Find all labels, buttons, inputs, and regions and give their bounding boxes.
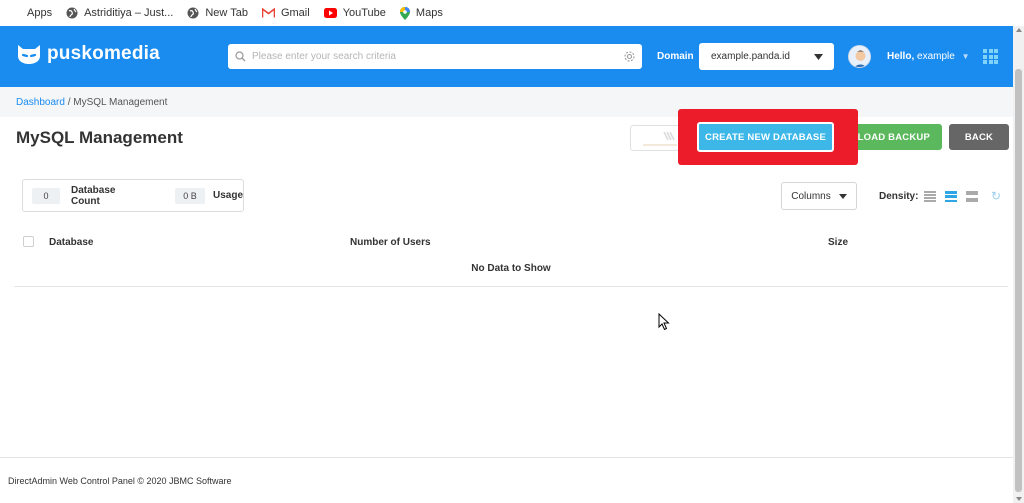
- density-standard-icon[interactable]: [945, 191, 957, 202]
- database-count-label: Database Count: [70, 184, 116, 207]
- column-header-database[interactable]: Database: [49, 237, 93, 248]
- bookmark-label: Astriditiya – Just...: [84, 7, 174, 19]
- breadcrumb-bar: Dashboard / MySQL Management: [0, 87, 1013, 117]
- bookmark-label: Gmail: [280, 7, 310, 19]
- bookmark-label: YouTube: [342, 7, 386, 19]
- create-new-database-button[interactable]: CREATE NEW DATABASE: [697, 122, 834, 152]
- page-title: MySQL Management: [16, 128, 183, 147]
- gmail-icon: [261, 8, 275, 18]
- database-stats: 0 Database Count 0 B Usage: [22, 179, 244, 212]
- bookmark-new-tab[interactable]: New Tab: [187, 7, 248, 19]
- mouse-cursor-icon: [658, 313, 670, 331]
- username: example: [917, 51, 955, 62]
- breadcrumb: Dashboard / MySQL Management: [16, 97, 167, 108]
- page-scrollbar[interactable]: [1013, 26, 1024, 503]
- greeting-text: Hello,: [887, 51, 915, 62]
- caret-down-icon: [838, 193, 847, 199]
- usage-label: Usage: [212, 190, 243, 201]
- bookmark-label: New Tab: [205, 7, 248, 19]
- breadcrumb-dashboard-link[interactable]: Dashboard: [16, 97, 65, 108]
- domain-value: example.panda.id: [711, 51, 790, 62]
- bookmark-maps[interactable]: Maps: [399, 6, 443, 20]
- domain-select[interactable]: example.panda.id: [699, 43, 834, 70]
- youtube-icon: [323, 8, 337, 18]
- density-label: Density:: [879, 191, 919, 202]
- user-menu[interactable]: Hello, example ▼: [887, 51, 970, 62]
- bookmarks-bar: Apps Astriditiya – Just... New Tab Gmail…: [0, 0, 1024, 26]
- chevron-down-icon: ▼: [961, 52, 970, 61]
- density-comfortable-icon[interactable]: [966, 191, 978, 202]
- upload-backup-button[interactable]: PLOAD BACKUP: [849, 124, 942, 150]
- scrollbar-thumb[interactable]: [1015, 69, 1022, 492]
- chevron-down-icon: [814, 53, 823, 60]
- page-footer: DirectAdmin Web Control Panel © 2020 JBM…: [0, 457, 1013, 503]
- gear-icon[interactable]: [624, 51, 635, 62]
- maps-icon: [399, 6, 410, 20]
- database-count-value: 0: [32, 187, 60, 204]
- bookmark-youtube[interactable]: YouTube: [323, 7, 386, 19]
- breadcrumb-current: MySQL Management: [73, 97, 168, 108]
- bookmark-gmail[interactable]: Gmail: [261, 7, 310, 19]
- apps-grid-icon: [10, 8, 21, 19]
- brand-logo[interactable]: puskomedia: [16, 43, 160, 65]
- search-input[interactable]: [252, 51, 624, 62]
- empty-table-message: No Data to Show: [14, 263, 1008, 287]
- search-icon: [235, 51, 246, 62]
- column-header-size[interactable]: Size: [828, 237, 848, 248]
- density-compact-icon[interactable]: [924, 191, 936, 202]
- bookmark-label: Apps: [27, 7, 53, 19]
- puskomedia-logo-icon: [18, 45, 40, 64]
- app-grid-icon[interactable]: [983, 49, 998, 64]
- globe-icon: [187, 7, 199, 19]
- search-box[interactable]: [228, 44, 642, 69]
- globe-icon: [66, 7, 78, 19]
- breadcrumb-separator: /: [64, 97, 74, 108]
- bookmark-label: Maps: [415, 7, 443, 19]
- top-header: puskomedia Domain example.panda.id Hello…: [0, 26, 1013, 87]
- scroll-up-arrow-icon[interactable]: [1016, 28, 1022, 32]
- column-header-number-of-users[interactable]: Number of Users: [350, 237, 431, 248]
- brand-name: puskomedia: [47, 43, 160, 64]
- refresh-icon[interactable]: ↻: [991, 189, 1001, 203]
- domain-label: Domain: [657, 51, 694, 62]
- columns-label: Columns: [791, 190, 831, 202]
- usage-value: 0 B: [175, 187, 205, 204]
- scroll-down-arrow-icon[interactable]: [1016, 497, 1022, 501]
- select-all-checkbox[interactable]: [23, 236, 34, 247]
- bookmark-apps[interactable]: Apps: [10, 7, 52, 19]
- user-avatar-icon: [849, 46, 870, 67]
- avatar[interactable]: [848, 45, 871, 68]
- back-button[interactable]: BACK: [949, 124, 1009, 150]
- footer-copyright: DirectAdmin Web Control Panel © 2020 JBM…: [8, 476, 232, 486]
- bookmark-astriditiya[interactable]: Astriditiya – Just...: [66, 7, 173, 19]
- columns-dropdown-button[interactable]: Columns: [781, 182, 857, 210]
- table-header: Database Number of Users Size: [14, 230, 1008, 254]
